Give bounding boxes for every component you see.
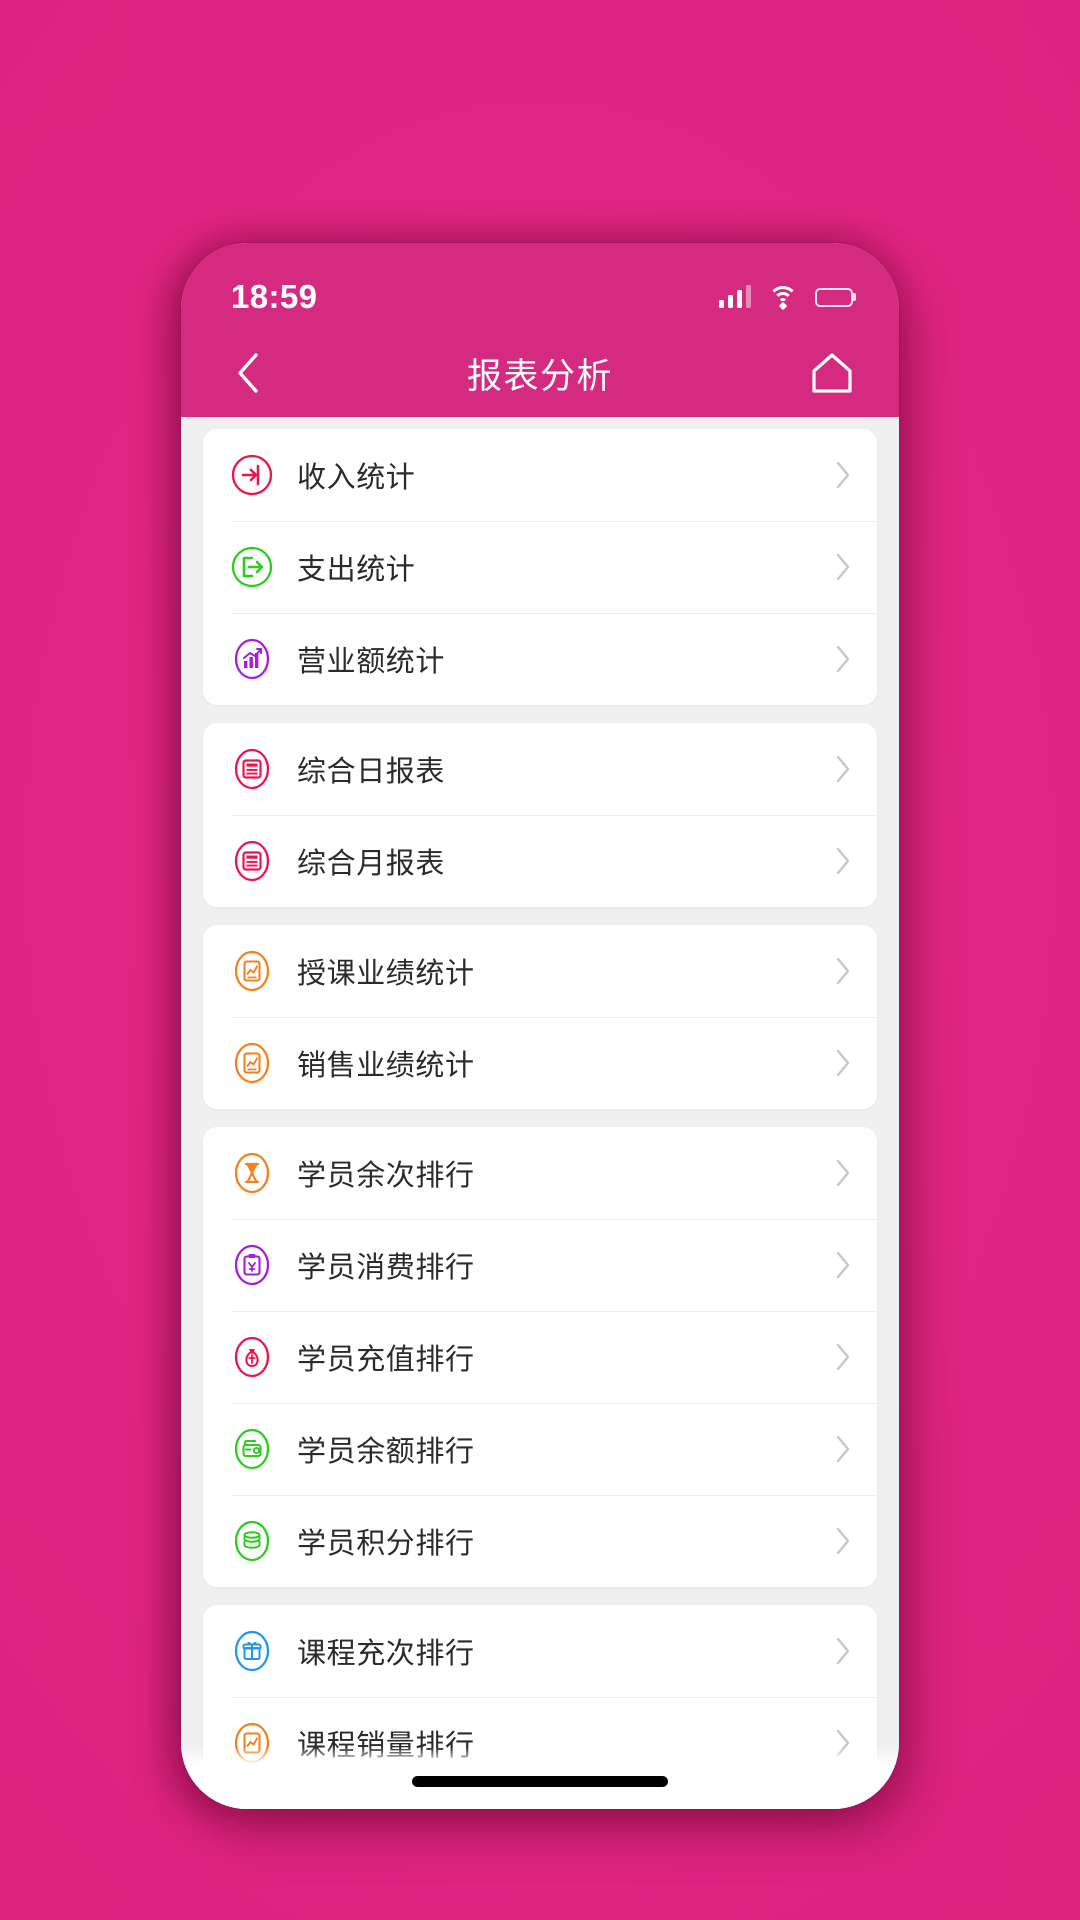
list-item-student-consumption-ranking[interactable]: 学员消费排行 <box>203 1219 877 1311</box>
home-button[interactable] <box>809 350 855 396</box>
wallet-balance-icon <box>231 1428 273 1470</box>
home-icon <box>812 353 852 393</box>
home-indicator[interactable] <box>412 1776 668 1787</box>
status-bar-icons <box>718 285 853 311</box>
clipboard-yuan-icon <box>231 1244 273 1286</box>
list-item-monthly-report[interactable]: 综合月报表 <box>203 815 877 907</box>
monthly-report-icon <box>231 840 273 882</box>
chevron-right-icon <box>836 1251 850 1279</box>
list-item-label: 学员充值排行 <box>297 1344 475 1376</box>
course-sales-icon <box>231 1722 273 1764</box>
list-item-student-recharge-ranking[interactable]: 学员充值排行 <box>203 1311 877 1403</box>
coins-points-icon <box>231 1520 273 1562</box>
wifi-icon <box>768 286 798 311</box>
list-item-label: 课程充次排行 <box>297 1638 475 1670</box>
phone-device-frame: 18:59 报表分析 收入统计 支出统计 营业额统计 综合日报表 综合月报表 授… <box>181 243 899 1809</box>
list-item-label: 收入统计 <box>297 462 416 494</box>
chevron-right-icon <box>836 1435 850 1463</box>
report-list-scroll-area[interactable]: 收入统计 支出统计 营业额统计 综合日报表 综合月报表 授课业绩统计 销售业绩统… <box>181 417 899 1809</box>
card-course-rankings: 课程充次排行 课程销量排行 <box>203 1605 877 1789</box>
chevron-left-icon <box>238 353 258 393</box>
chevron-right-icon <box>836 1343 850 1371</box>
list-item-teaching-performance[interactable]: 授课业绩统计 <box>203 925 877 1017</box>
chevron-right-icon <box>836 461 850 489</box>
list-item-student-remaining-sessions-ranking[interactable]: 学员余次排行 <box>203 1127 877 1219</box>
list-item-label: 综合日报表 <box>297 756 446 788</box>
hourglass-icon <box>231 1152 273 1194</box>
list-item-sales-performance[interactable]: 销售业绩统计 <box>203 1017 877 1109</box>
chevron-right-icon <box>836 957 850 985</box>
back-button[interactable] <box>225 350 271 396</box>
chevron-right-icon <box>836 1159 850 1187</box>
card-reports: 综合日报表 综合月报表 <box>203 723 877 907</box>
list-item-label: 授课业绩统计 <box>297 958 475 990</box>
status-bar-clock: 18:59 <box>231 278 318 315</box>
list-item-label: 营业额统计 <box>297 646 446 678</box>
teaching-performance-icon <box>231 950 273 992</box>
list-item-label: 学员余次排行 <box>297 1160 475 1192</box>
list-item-expense-statistics[interactable]: 支出统计 <box>203 521 877 613</box>
expense-arrow-out-icon <box>231 546 273 588</box>
money-bag-recharge-icon <box>231 1336 273 1378</box>
status-bar: 18:59 <box>181 243 899 329</box>
nav-bar: 报表分析 <box>181 329 899 417</box>
chevron-right-icon <box>836 1527 850 1555</box>
turnover-chart-icon <box>231 638 273 680</box>
list-item-label: 课程销量排行 <box>297 1730 475 1762</box>
list-item-daily-report[interactable]: 综合日报表 <box>203 723 877 815</box>
card-student-rankings: 学员余次排行 学员消费排行 学员充值排行 学员余额排行 学员积分排行 <box>203 1127 877 1587</box>
card-performance: 授课业绩统计 销售业绩统计 <box>203 925 877 1109</box>
chevron-right-icon <box>836 1049 850 1077</box>
list-item-turnover-statistics[interactable]: 营业额统计 <box>203 613 877 705</box>
list-item-label: 学员消费排行 <box>297 1252 475 1284</box>
list-item-course-recharge-ranking[interactable]: 课程充次排行 <box>203 1605 877 1697</box>
list-item-label: 支出统计 <box>297 554 416 586</box>
chevron-right-icon <box>836 645 850 673</box>
battery-icon <box>815 287 853 307</box>
sales-performance-icon <box>231 1042 273 1084</box>
list-item-label: 综合月报表 <box>297 848 446 880</box>
list-item-label: 学员余额排行 <box>297 1436 475 1468</box>
daily-report-icon <box>231 748 273 790</box>
card-statistics: 收入统计 支出统计 营业额统计 <box>203 429 877 705</box>
list-item-income-statistics[interactable]: 收入统计 <box>203 429 877 521</box>
chevron-right-icon <box>836 553 850 581</box>
signal-bars-icon <box>718 285 751 308</box>
list-item-student-points-ranking[interactable]: 学员积分排行 <box>203 1495 877 1587</box>
income-arrow-in-icon <box>231 454 273 496</box>
chevron-right-icon <box>836 1637 850 1665</box>
list-item-student-balance-ranking[interactable]: 学员余额排行 <box>203 1403 877 1495</box>
gift-course-icon <box>231 1630 273 1672</box>
list-item-label: 销售业绩统计 <box>297 1050 475 1082</box>
list-item-label: 学员积分排行 <box>297 1528 475 1560</box>
chevron-right-icon <box>836 847 850 875</box>
chevron-right-icon <box>836 755 850 783</box>
page-title: 报表分析 <box>466 356 613 396</box>
chevron-right-icon <box>836 1729 850 1757</box>
